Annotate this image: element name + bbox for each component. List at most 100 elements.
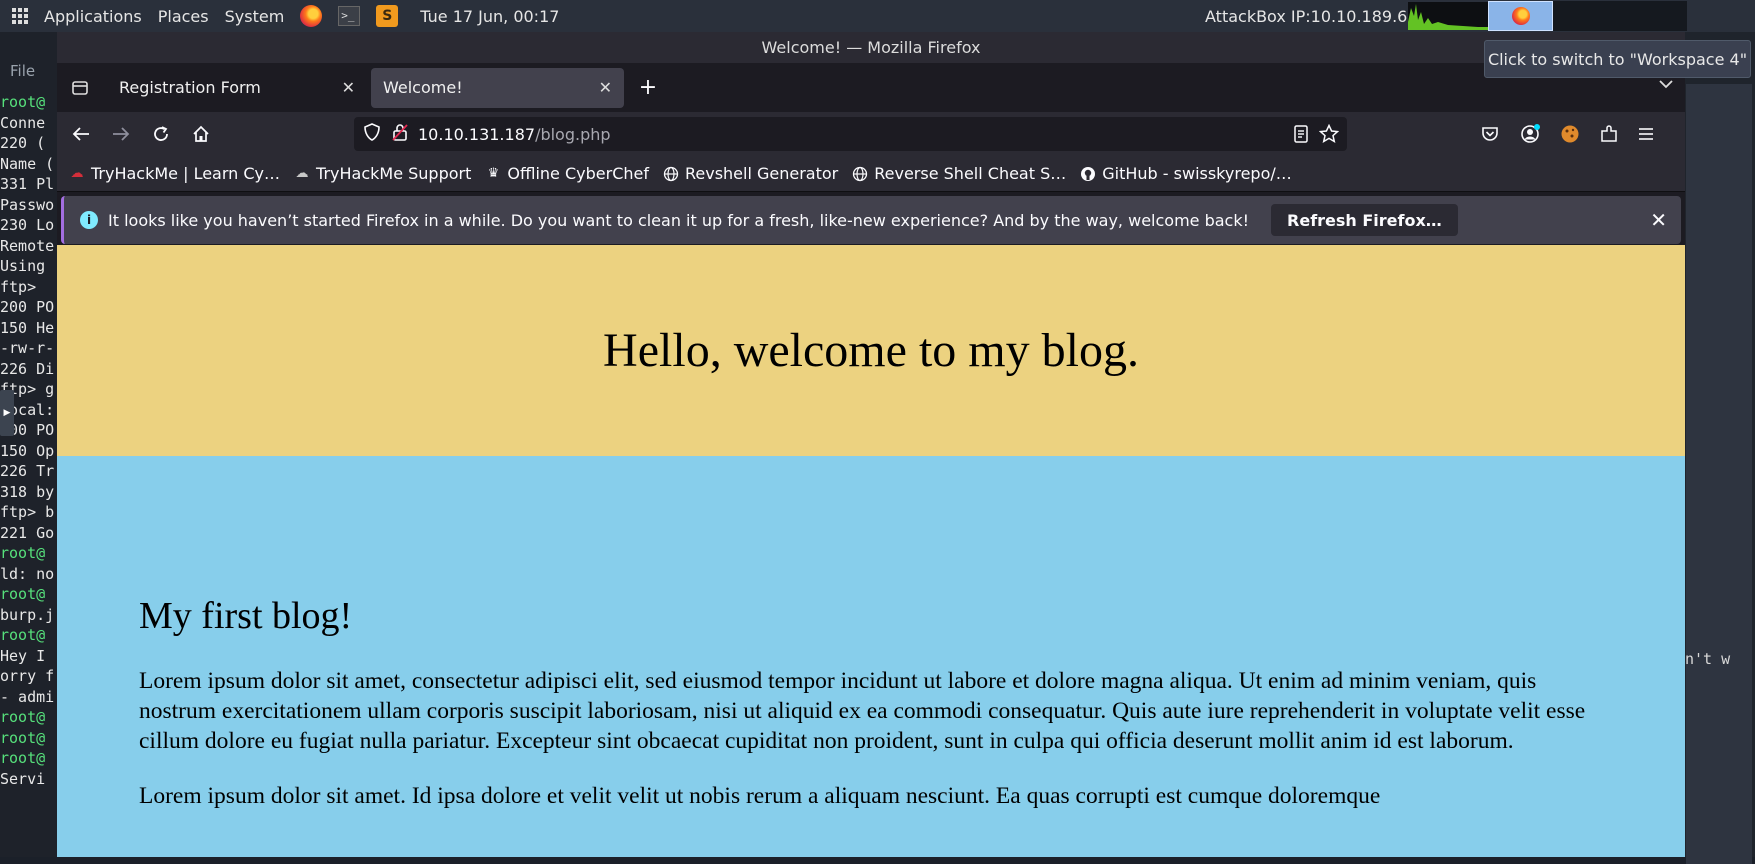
terminal-line: orry f [0, 667, 55, 685]
bookmark-tryhackme[interactable]: ☁ TryHackMe | Learn Cy… [69, 164, 281, 183]
tab-label: Welcome! [383, 78, 463, 97]
bookmark-github-swisskyrepo[interactable]: GitHub - swisskyrepo/… [1080, 164, 1292, 183]
reload-icon [154, 126, 168, 141]
forward-button[interactable] [101, 116, 141, 152]
pocket-button[interactable] [1481, 112, 1499, 156]
terminal-line: 150 Op [0, 441, 55, 460]
tab-close-icon[interactable]: ✕ [342, 78, 355, 97]
terminal-icon: >_ [338, 6, 361, 26]
home-icon [193, 125, 209, 142]
workspace-switcher[interactable] [1553, 1, 1687, 31]
workspace-tooltip: Click to switch to "Workspace 4" [1484, 40, 1751, 78]
terminal-line: root@ [0, 626, 46, 644]
hamburger-menu-icon [1639, 128, 1653, 140]
account-icon [1521, 124, 1540, 143]
refresh-firefox-button[interactable]: Refresh Firefox… [1271, 204, 1458, 236]
puzzle-icon [1601, 125, 1617, 142]
applications-menu[interactable]: Applications [36, 0, 150, 32]
firefox-view-button[interactable] [57, 63, 103, 112]
places-menu[interactable]: Places [150, 0, 217, 32]
notification-text: It looks like you haven’t started Firefo… [108, 210, 1250, 230]
terminal-line: root@ [0, 544, 46, 562]
tab-welcome[interactable]: Welcome! ✕ [371, 67, 624, 108]
sublime-launcher[interactable]: S [368, 0, 406, 32]
terminal-line: root@ [0, 749, 46, 767]
app-menu-button[interactable] [1637, 112, 1655, 156]
terminal-line: 150 He [0, 318, 55, 337]
url-text[interactable]: 10.10.131.187/blog.php [418, 125, 611, 144]
bookmarks-toolbar: ☁ TryHackMe | Learn Cy… ☁ TryHackMe Suppor… [57, 156, 1685, 192]
firefox-icon [300, 5, 323, 27]
terminal-line: root@ [0, 585, 46, 603]
firefox-launcher[interactable] [292, 0, 330, 32]
tab-registration-form[interactable]: Registration Form ✕ [107, 68, 367, 108]
terminal-line: ftp> [0, 277, 46, 296]
url-path: /blog.php [535, 124, 611, 144]
clock[interactable]: Tue 17 Jun, 00:17 [412, 0, 567, 32]
terminal-line: Hey I [0, 646, 46, 665]
firefox-window: Welcome! — Mozilla Firefox Registration … [57, 32, 1685, 857]
bookmark-reverse-shell-cheat[interactable]: Reverse Shell Cheat S… [852, 164, 1066, 183]
nav-bar: 10.10.131.187/blog.php [57, 112, 1685, 156]
insecure-lock-icon[interactable] [392, 123, 408, 145]
post-paragraph: Lorem ipsum dolor sit amet, consectetur … [139, 668, 1586, 754]
globe-icon [663, 166, 679, 182]
firefox-view-icon [72, 80, 88, 95]
bookmark-tryhackme-support[interactable]: ☁ TryHackMe Support [294, 164, 472, 183]
terminal-line: Conne [0, 113, 46, 132]
globe-icon [852, 166, 868, 182]
cpu-graph [1408, 2, 1488, 30]
list-all-tabs-chevron-icon[interactable] [1659, 77, 1673, 93]
bookmark-cyberchef[interactable]: ♛ Offline CyberChef [485, 164, 649, 183]
terminal-line: Remote [0, 236, 55, 255]
reader-view-icon[interactable] [1293, 125, 1309, 147]
terminal-line: 221 Go [0, 523, 55, 542]
apps-grid-icon[interactable] [12, 8, 28, 24]
terminal-line: 226 Di [0, 359, 55, 378]
system-menu[interactable]: System [217, 0, 293, 32]
close-icon[interactable]: ✕ [1650, 208, 1667, 232]
workspace-1-button[interactable] [1488, 1, 1553, 31]
new-tab-button[interactable]: + [632, 72, 664, 104]
terminal-line: ld: no [0, 564, 55, 583]
arrow-right-icon [113, 127, 130, 141]
terminal-line: Servi [0, 769, 46, 788]
bookmark-star-icon[interactable] [1318, 123, 1340, 148]
terminal-line: root@ [0, 93, 46, 111]
info-icon: i [80, 211, 98, 229]
blog-header: Hello, welcome to my blog. [57, 245, 1685, 456]
page-content: Hello, welcome to my blog. My first blog… [57, 245, 1685, 857]
account-button[interactable] [1520, 112, 1540, 156]
terminal-line: ftp> b [0, 503, 55, 521]
home-button[interactable] [181, 116, 221, 152]
tab-close-icon[interactable]: ✕ [599, 78, 612, 97]
blog-title: Hello, welcome to my blog. [603, 324, 1139, 377]
tracking-shield-icon[interactable] [364, 123, 380, 145]
terminal-line: 220 ( [0, 134, 46, 152]
terminal-line: 331 Pl [0, 175, 55, 193]
extensions-button[interactable] [1600, 112, 1618, 156]
terminal-line: Using [0, 257, 46, 275]
terminal-line: burp.j [0, 605, 55, 624]
tab-label: Registration Form [119, 78, 261, 97]
terminal-line: -rw-r- [0, 339, 55, 357]
reload-button[interactable] [141, 116, 181, 152]
background-text: n't w [1685, 650, 1731, 668]
bookmark-revshell-generator[interactable]: Revshell Generator [663, 164, 838, 183]
terminal-line: root@ [0, 728, 46, 747]
back-button[interactable] [61, 116, 101, 152]
terminal-launcher[interactable]: >_ [330, 0, 368, 32]
url-host: 10.10.131.187 [418, 124, 536, 144]
extension-button[interactable] [1560, 112, 1580, 156]
attackbox-ip: AttackBox IP:10.10.189.64 [1205, 6, 1418, 26]
url-bar[interactable]: 10.10.131.187/blog.php [354, 117, 1347, 151]
firefox-icon [1511, 7, 1530, 25]
terminal-resize-handle[interactable]: ▶ [0, 390, 14, 436]
terminal-line: 318 by [0, 482, 55, 501]
sublime-icon: S [376, 5, 399, 27]
terminal-line: 200 PO [0, 298, 55, 316]
post-title: My first blog! [139, 595, 353, 637]
terminal-menu-file[interactable]: File [0, 32, 60, 80]
arrow-left-icon [72, 127, 89, 141]
terminal-line: Passwo [0, 195, 55, 214]
